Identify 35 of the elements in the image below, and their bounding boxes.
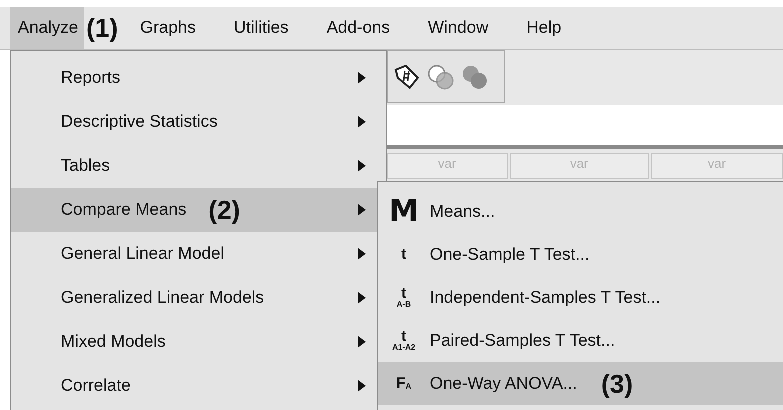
submenu-arrow-icon xyxy=(358,160,366,172)
menu-entry-label: Means... xyxy=(430,200,496,223)
menu-entry-label: Descriptive Statistics xyxy=(61,111,218,134)
menu-entry-label: Reports xyxy=(61,67,121,90)
menu-entry-label: Independent-Samples T Test... xyxy=(430,286,661,309)
submenu-arrow-icon xyxy=(358,336,366,348)
callout-label: (3) xyxy=(601,370,634,396)
input-field[interactable] xyxy=(387,105,783,149)
menu-entry-label: Generalized Linear Models xyxy=(61,287,264,310)
submenu-arrow-icon xyxy=(358,116,366,128)
menu-entry-label: Mixed Models xyxy=(61,331,166,354)
submenu-arrow-icon xyxy=(358,204,366,216)
menu-item[interactable]: Help xyxy=(518,7,570,49)
callout-label: (1) xyxy=(86,15,118,41)
menu-item[interactable]: Utilities xyxy=(226,7,297,49)
submenu-arrow-icon xyxy=(358,248,366,260)
menu-entry-label: General Linear Model xyxy=(61,243,224,266)
menu-entry-label: Compare Means xyxy=(61,199,187,222)
submenu-arrow-icon xyxy=(358,292,366,304)
menu-entry-label: Paired-Samples T Test... xyxy=(430,330,616,352)
menu-entry[interactable]: Descriptive Statistics xyxy=(11,100,386,144)
menu-item[interactable]: Analyze xyxy=(10,7,84,49)
menu-entry-label: One-Way ANOVA... xyxy=(430,372,578,395)
submenu-arrow-icon xyxy=(358,380,366,392)
menu-entry[interactable]: Reports xyxy=(11,56,386,100)
menu-entry-label: Correlate xyxy=(61,375,131,398)
submenu-arrow-icon xyxy=(358,72,366,84)
callout-label: (2) xyxy=(208,197,240,223)
menu-item[interactable]: Window xyxy=(420,7,497,49)
menu-entry-label: Tables xyxy=(61,155,110,178)
menu-item[interactable]: Add-ons xyxy=(318,7,398,49)
menu-entry[interactable]: FA One-Way ANOVA... (3) xyxy=(378,362,783,405)
menu-entry[interactable]: Tables xyxy=(11,144,386,188)
menu-entry-label: One-Sample T Test... xyxy=(430,244,590,266)
menu-item[interactable]: Graphs xyxy=(132,7,204,49)
